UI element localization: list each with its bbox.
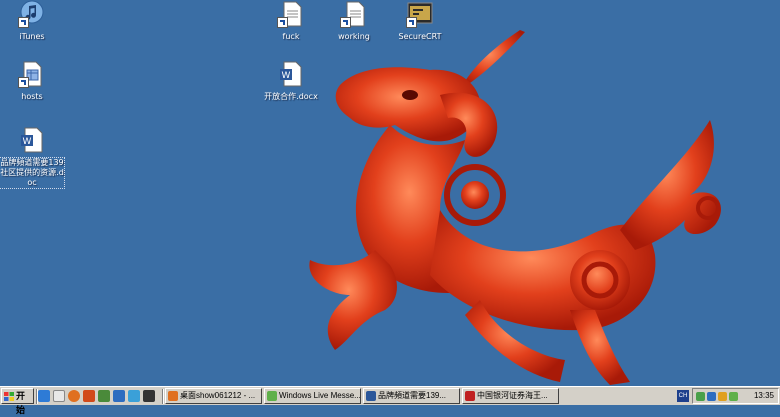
firefox-icon[interactable] xyxy=(68,390,80,402)
show-desktop-icon[interactable] xyxy=(53,390,65,402)
file-icon xyxy=(18,60,46,88)
desktop-icon-hosts[interactable]: hosts xyxy=(0,60,64,102)
shortcut-arrow-icon xyxy=(340,17,351,28)
desktop-icon-label: hosts xyxy=(21,92,43,101)
task-label: Windows Live Messe... xyxy=(279,391,361,400)
app-icon[interactable] xyxy=(98,390,110,402)
shortcut-arrow-icon xyxy=(18,77,29,88)
svg-text:W: W xyxy=(282,71,291,81)
language-indicator[interactable]: CH xyxy=(677,390,689,402)
svg-text:W: W xyxy=(23,137,32,147)
shortcut-arrow-icon xyxy=(406,17,417,28)
desktop-icon-label: iTunes xyxy=(19,32,45,41)
word-document-icon: W xyxy=(277,60,305,88)
taskbar-task[interactable]: Windows Live Messe... xyxy=(264,388,361,404)
terminal-icon xyxy=(406,0,434,28)
tray-app-icon[interactable] xyxy=(707,392,716,401)
start-label: 开始 xyxy=(16,391,26,415)
desktop-icon-label: fuck xyxy=(282,32,300,41)
qq-penguin-icon[interactable] xyxy=(143,390,155,402)
word-document-icon: W xyxy=(18,126,46,154)
task-label: 中国银河证券海王... xyxy=(477,391,548,400)
red-qilin-dragon-icon xyxy=(309,30,721,385)
desktop[interactable]: iTunes hosts W 品牌頻道需要139社区提供的资源.doc fuck… xyxy=(0,0,780,386)
quick-launch xyxy=(38,389,155,404)
internet-explorer-icon[interactable] xyxy=(38,390,50,402)
shortcut-arrow-icon xyxy=(277,17,288,28)
desktop-icon-itunes[interactable]: iTunes xyxy=(0,0,64,42)
windows-flag-icon xyxy=(4,392,14,401)
messenger-icon xyxy=(267,391,277,401)
desktop-icon-fuck[interactable]: fuck xyxy=(259,0,323,42)
app-icon[interactable] xyxy=(128,390,140,402)
task-label: 品牌頻道需要139... xyxy=(378,391,447,400)
word-icon xyxy=(366,391,376,401)
app-icon[interactable] xyxy=(113,390,125,402)
taskbar-task[interactable]: 桌面show061212 - ... xyxy=(165,388,262,404)
shortcut-arrow-icon xyxy=(18,17,29,28)
taskbar-task[interactable]: 中国银河证券海王... xyxy=(462,388,559,404)
desktop-icon-securecrt[interactable]: SecureCRT xyxy=(388,0,452,42)
desktop-icon-working[interactable]: working xyxy=(322,0,386,42)
taskbar-separator xyxy=(162,389,164,404)
messenger-tray-icon[interactable] xyxy=(729,392,738,401)
language-label: CH xyxy=(678,393,688,399)
taskbar: 开始 桌面show061212 - ... Windows Live Messe… xyxy=(0,386,780,415)
system-tray: 13:35 xyxy=(692,388,779,404)
app-icon xyxy=(465,391,475,401)
desktop-icon-label: 开放合作.docx xyxy=(264,92,318,101)
desktop-icon-docx[interactable]: W 开放合作.docx xyxy=(259,60,323,102)
itunes-icon xyxy=(18,0,46,28)
text-file-icon xyxy=(277,0,305,28)
tray-app-icon[interactable] xyxy=(718,392,727,401)
text-file-icon xyxy=(340,0,368,28)
desktop-icon-label: 品牌頻道需要139社区提供的资源.doc xyxy=(0,157,65,189)
desktop-icon-label: SecureCRT xyxy=(398,32,442,41)
desktop-icon-label: working xyxy=(338,32,370,41)
browser-icon xyxy=(168,391,178,401)
desktop-icon-word-doc[interactable]: W 品牌頻道需要139社区提供的资源.doc xyxy=(0,126,65,189)
taskbar-task[interactable]: 品牌頻道需要139... xyxy=(363,388,460,404)
task-label: 桌面show061212 - ... xyxy=(180,391,256,400)
clock[interactable]: 13:35 xyxy=(754,389,774,403)
network-icon[interactable] xyxy=(696,392,705,401)
start-button[interactable]: 开始 xyxy=(1,388,34,415)
app-icon[interactable] xyxy=(83,390,95,402)
